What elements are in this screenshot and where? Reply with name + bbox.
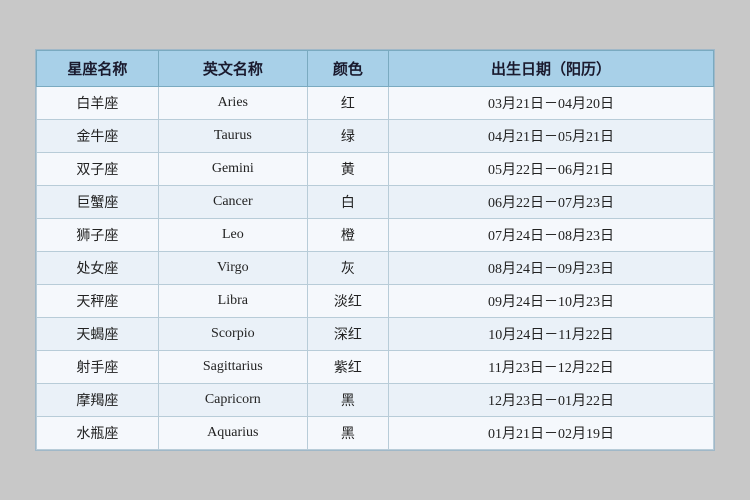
cell-date: 06月22日－07月23日 [389, 186, 714, 219]
cell-color: 绿 [307, 120, 388, 153]
cell-date: 03月21日－04月20日 [389, 87, 714, 120]
cell-english: Virgo [158, 252, 307, 285]
table-row: 天秤座Libra淡红09月24日－10月23日 [37, 285, 714, 318]
header-english: 英文名称 [158, 51, 307, 87]
cell-date: 11月23日－12月22日 [389, 351, 714, 384]
cell-date: 12月23日－01月22日 [389, 384, 714, 417]
cell-english: Aries [158, 87, 307, 120]
cell-color: 橙 [307, 219, 388, 252]
cell-english: Aquarius [158, 417, 307, 450]
cell-chinese: 双子座 [37, 153, 159, 186]
cell-english: Capricorn [158, 384, 307, 417]
header-date: 出生日期（阳历） [389, 51, 714, 87]
cell-chinese: 摩羯座 [37, 384, 159, 417]
cell-english: Gemini [158, 153, 307, 186]
table-body: 白羊座Aries红03月21日－04月20日金牛座Taurus绿04月21日－0… [37, 87, 714, 450]
table-header-row: 星座名称 英文名称 颜色 出生日期（阳历） [37, 51, 714, 87]
table-row: 狮子座Leo橙07月24日－08月23日 [37, 219, 714, 252]
cell-date: 09月24日－10月23日 [389, 285, 714, 318]
table-row: 射手座Sagittarius紫红11月23日－12月22日 [37, 351, 714, 384]
cell-chinese: 天蝎座 [37, 318, 159, 351]
cell-color: 深红 [307, 318, 388, 351]
cell-date: 01月21日－02月19日 [389, 417, 714, 450]
table-row: 金牛座Taurus绿04月21日－05月21日 [37, 120, 714, 153]
cell-english: Taurus [158, 120, 307, 153]
cell-date: 04月21日－05月21日 [389, 120, 714, 153]
table-row: 处女座Virgo灰08月24日－09月23日 [37, 252, 714, 285]
cell-color: 紫红 [307, 351, 388, 384]
cell-color: 白 [307, 186, 388, 219]
table-row: 巨蟹座Cancer白06月22日－07月23日 [37, 186, 714, 219]
cell-color: 黑 [307, 384, 388, 417]
cell-date: 10月24日－11月22日 [389, 318, 714, 351]
cell-color: 灰 [307, 252, 388, 285]
cell-color: 红 [307, 87, 388, 120]
cell-chinese: 巨蟹座 [37, 186, 159, 219]
zodiac-table-container: 星座名称 英文名称 颜色 出生日期（阳历） 白羊座Aries红03月21日－04… [35, 49, 715, 451]
table-row: 白羊座Aries红03月21日－04月20日 [37, 87, 714, 120]
cell-english: Leo [158, 219, 307, 252]
cell-color: 黑 [307, 417, 388, 450]
table-row: 摩羯座Capricorn黑12月23日－01月22日 [37, 384, 714, 417]
header-color: 颜色 [307, 51, 388, 87]
cell-color: 淡红 [307, 285, 388, 318]
cell-english: Cancer [158, 186, 307, 219]
cell-english: Libra [158, 285, 307, 318]
cell-chinese: 处女座 [37, 252, 159, 285]
table-row: 天蝎座Scorpio深红10月24日－11月22日 [37, 318, 714, 351]
cell-color: 黄 [307, 153, 388, 186]
cell-english: Sagittarius [158, 351, 307, 384]
cell-english: Scorpio [158, 318, 307, 351]
zodiac-table: 星座名称 英文名称 颜色 出生日期（阳历） 白羊座Aries红03月21日－04… [36, 50, 714, 450]
cell-chinese: 白羊座 [37, 87, 159, 120]
cell-chinese: 射手座 [37, 351, 159, 384]
cell-chinese: 水瓶座 [37, 417, 159, 450]
cell-chinese: 金牛座 [37, 120, 159, 153]
table-row: 双子座Gemini黄05月22日－06月21日 [37, 153, 714, 186]
cell-date: 08月24日－09月23日 [389, 252, 714, 285]
cell-chinese: 狮子座 [37, 219, 159, 252]
cell-chinese: 天秤座 [37, 285, 159, 318]
table-row: 水瓶座Aquarius黑01月21日－02月19日 [37, 417, 714, 450]
cell-date: 05月22日－06月21日 [389, 153, 714, 186]
cell-date: 07月24日－08月23日 [389, 219, 714, 252]
header-chinese: 星座名称 [37, 51, 159, 87]
